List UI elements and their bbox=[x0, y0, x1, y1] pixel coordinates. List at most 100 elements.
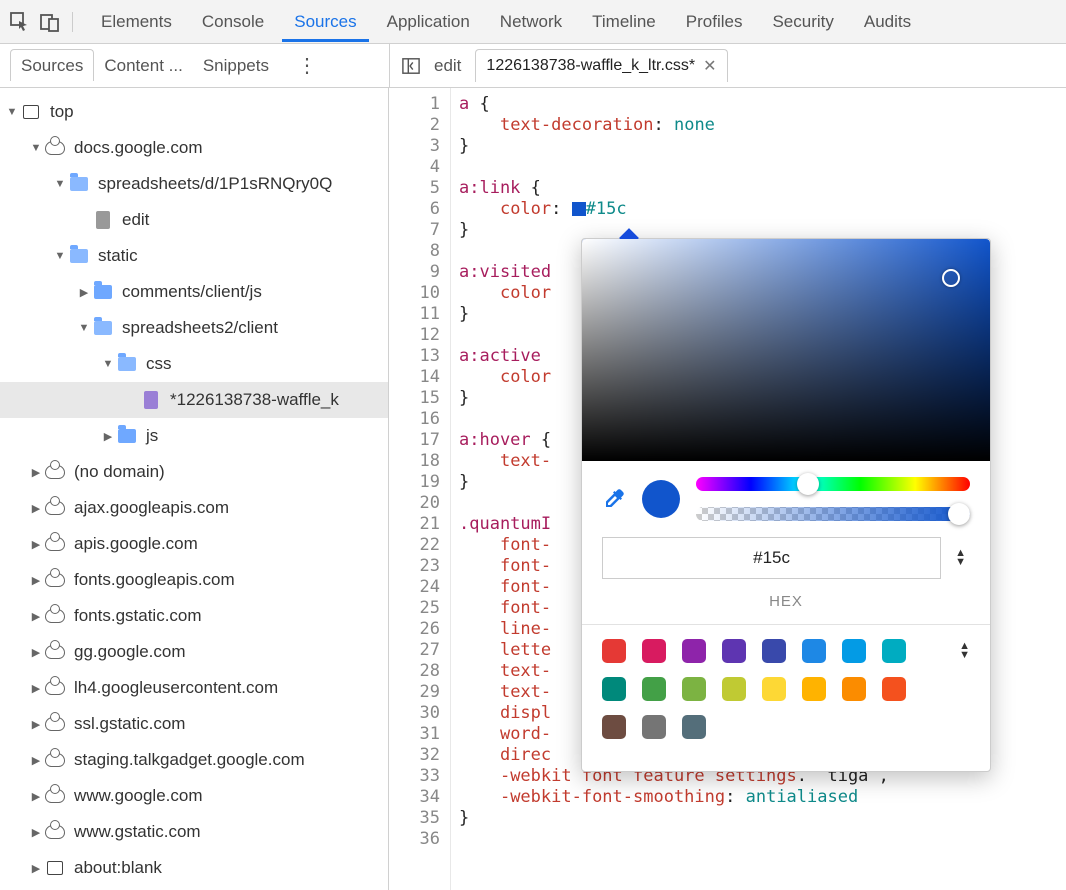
tree-item[interactable]: ▼docs.google.com bbox=[0, 130, 388, 166]
tree-item-label: ajax.googleapis.com bbox=[74, 498, 229, 518]
tree-item[interactable]: ▶(no domain) bbox=[0, 454, 388, 490]
chevron-right-icon[interactable]: ▶ bbox=[28, 718, 44, 731]
chevron-right-icon[interactable]: ▶ bbox=[28, 466, 44, 479]
open-file-tab[interactable]: 1226138738-waffle_k_ltr.css* ✕ bbox=[475, 49, 727, 82]
chevron-right-icon[interactable]: ▶ bbox=[28, 682, 44, 695]
file-navigator: ▼top▼docs.google.com▼spreadsheets/d/1P1s… bbox=[0, 88, 389, 890]
palette-swatch[interactable] bbox=[882, 639, 906, 663]
frame-icon bbox=[20, 101, 42, 123]
tree-item[interactable]: ▶gg.google.com bbox=[0, 634, 388, 670]
main-tab-network[interactable]: Network bbox=[488, 2, 574, 42]
close-icon[interactable]: ✕ bbox=[703, 56, 716, 76]
tree-item[interactable]: ▶apis.google.com bbox=[0, 526, 388, 562]
chevron-down-icon[interactable]: ▼ bbox=[52, 250, 68, 262]
palette-swatch[interactable] bbox=[602, 639, 626, 663]
main-tab-sources[interactable]: Sources bbox=[282, 2, 368, 42]
tree-item[interactable]: ▶js bbox=[0, 418, 388, 454]
saturation-value-area[interactable] bbox=[582, 239, 990, 461]
chevron-right-icon[interactable]: ▶ bbox=[76, 286, 92, 299]
chevron-down-icon[interactable]: ▼ bbox=[76, 322, 92, 334]
main-tab-elements[interactable]: Elements bbox=[89, 2, 184, 42]
palette-toggle[interactable]: ▲▼ bbox=[959, 642, 970, 660]
device-toggle-icon[interactable] bbox=[40, 12, 60, 32]
hue-slider[interactable] bbox=[696, 477, 970, 491]
file-tab-name: 1226138738-waffle_k_ltr.css* bbox=[486, 57, 695, 75]
palette-swatch[interactable] bbox=[682, 639, 706, 663]
palette-swatch[interactable] bbox=[842, 677, 866, 701]
tree-item[interactable]: ▶staging.talkgadget.google.com bbox=[0, 742, 388, 778]
alpha-slider[interactable] bbox=[696, 507, 970, 521]
topbar-left-icons bbox=[10, 12, 73, 32]
tree-item[interactable]: ▶lh4.googleusercontent.com bbox=[0, 670, 388, 706]
tree-item[interactable]: edit bbox=[0, 202, 388, 238]
sv-cursor[interactable] bbox=[942, 269, 960, 287]
palette-swatch[interactable] bbox=[642, 639, 666, 663]
color-swatch-icon[interactable] bbox=[572, 202, 586, 216]
palette-swatch[interactable] bbox=[762, 639, 786, 663]
sources-subtab-2[interactable]: Snippets bbox=[193, 50, 279, 81]
chevron-right-icon[interactable]: ▶ bbox=[28, 754, 44, 767]
chevron-down-icon[interactable]: ▼ bbox=[28, 142, 44, 154]
main-tab-profiles[interactable]: Profiles bbox=[674, 2, 755, 42]
tree-item[interactable]: ▶www.google.com bbox=[0, 778, 388, 814]
chevron-right-icon[interactable]: ▶ bbox=[28, 826, 44, 839]
main-tab-console[interactable]: Console bbox=[190, 2, 276, 42]
edit-label: edit bbox=[434, 56, 461, 76]
palette-swatch[interactable] bbox=[682, 677, 706, 701]
palette-swatch[interactable] bbox=[682, 715, 706, 739]
tree-item[interactable]: ▶comments/client/js bbox=[0, 274, 388, 310]
chevron-right-icon[interactable]: ▶ bbox=[28, 502, 44, 515]
tree-item[interactable]: ▶ ssl.gstatic.com bbox=[0, 706, 388, 742]
eyedropper-icon[interactable] bbox=[602, 487, 626, 511]
tree-item[interactable]: ▼static bbox=[0, 238, 388, 274]
chevron-right-icon[interactable]: ▶ bbox=[28, 610, 44, 623]
tree-item[interactable]: ▼spreadsheets/d/1P1sRNQry0Q bbox=[0, 166, 388, 202]
main-tab-timeline[interactable]: Timeline bbox=[580, 2, 668, 42]
palette-swatch[interactable] bbox=[802, 677, 826, 701]
navigator-toggle-icon[interactable] bbox=[402, 57, 420, 75]
tree-item[interactable]: ▶www.gstatic.com bbox=[0, 814, 388, 850]
more-icon[interactable]: ⋮ bbox=[291, 53, 323, 78]
palette-swatch[interactable] bbox=[762, 677, 786, 701]
chevron-right-icon[interactable]: ▶ bbox=[28, 538, 44, 551]
main-tab-security[interactable]: Security bbox=[760, 2, 845, 42]
folder-open-icon bbox=[116, 353, 138, 375]
tree-item-label: ssl.gstatic.com bbox=[74, 714, 185, 734]
main-tab-application[interactable]: Application bbox=[375, 2, 482, 42]
chevron-right-icon[interactable]: ▶ bbox=[28, 790, 44, 803]
main-tab-audits[interactable]: Audits bbox=[852, 2, 923, 42]
palette-swatch[interactable] bbox=[602, 715, 626, 739]
tree-item[interactable]: ▼top bbox=[0, 94, 388, 130]
hex-input[interactable] bbox=[602, 537, 941, 579]
chevron-right-icon[interactable]: ▶ bbox=[28, 646, 44, 659]
tree-item[interactable]: ▶fonts.gstatic.com bbox=[0, 598, 388, 634]
tree-item[interactable]: ▶fonts.googleapis.com bbox=[0, 562, 388, 598]
palette-swatch[interactable] bbox=[722, 677, 746, 701]
hue-thumb[interactable] bbox=[797, 473, 819, 495]
inspect-element-icon[interactable] bbox=[10, 12, 30, 32]
tree-item[interactable]: ▶ ajax.googleapis.com bbox=[0, 490, 388, 526]
palette-swatch[interactable] bbox=[722, 639, 746, 663]
palette-swatch[interactable] bbox=[842, 639, 866, 663]
chevron-right-icon[interactable]: ▶ bbox=[28, 574, 44, 587]
sources-subtab-1[interactable]: Content ... bbox=[94, 50, 192, 81]
palette-swatch[interactable] bbox=[642, 677, 666, 701]
tree-item[interactable]: ▼css bbox=[0, 346, 388, 382]
tree-item[interactable]: ▼spreadsheets2/client bbox=[0, 310, 388, 346]
chevron-down-icon[interactable]: ▼ bbox=[52, 178, 68, 190]
chevron-right-icon[interactable]: ▶ bbox=[100, 430, 116, 443]
alpha-thumb[interactable] bbox=[948, 503, 970, 525]
chevron-right-icon[interactable]: ▶ bbox=[28, 862, 44, 875]
palette-swatch[interactable] bbox=[882, 677, 906, 701]
file-icon bbox=[92, 209, 114, 231]
tree-item[interactable]: ▶about:blank bbox=[0, 850, 388, 886]
chevron-down-icon[interactable]: ▼ bbox=[4, 106, 20, 118]
tree-item[interactable]: *1226138738-waffle_k bbox=[0, 382, 388, 418]
palette-swatch[interactable] bbox=[802, 639, 826, 663]
palette-swatch[interactable] bbox=[602, 677, 626, 701]
cloud-icon bbox=[44, 641, 66, 663]
sources-subtab-0[interactable]: Sources bbox=[10, 49, 94, 81]
chevron-down-icon[interactable]: ▼ bbox=[100, 358, 116, 370]
palette-swatch[interactable] bbox=[642, 715, 666, 739]
format-toggle[interactable]: ▲▼ bbox=[951, 549, 970, 567]
